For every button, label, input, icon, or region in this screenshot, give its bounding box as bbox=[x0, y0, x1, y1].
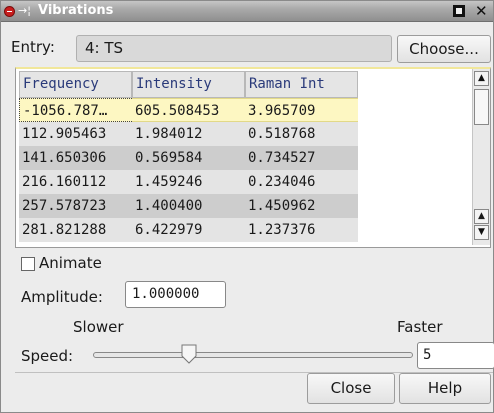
cell-frequency[interactable]: 112.905463 bbox=[19, 122, 132, 146]
cell-frequency[interactable]: 257.578723 bbox=[19, 194, 132, 218]
speed-input[interactable]: 5 bbox=[417, 342, 494, 369]
entry-field[interactable]: 4: TS bbox=[76, 35, 392, 62]
animate-checkbox[interactable] bbox=[21, 257, 35, 271]
cell-intensity[interactable]: 6.422979 bbox=[132, 218, 245, 242]
cell-frequency[interactable]: 281.821288 bbox=[19, 218, 132, 242]
speed-slider-thumb[interactable] bbox=[181, 344, 197, 364]
column-header-frequency[interactable]: Frequency bbox=[19, 71, 132, 98]
cell-frequency[interactable]: -1056.787… bbox=[19, 98, 132, 122]
help-button[interactable]: Help bbox=[399, 373, 491, 404]
cell-raman-int[interactable]: 3.965709 bbox=[245, 98, 358, 122]
scroll-up-arrow-icon[interactable]: ▲ bbox=[474, 71, 489, 86]
cell-frequency[interactable]: 141.650306 bbox=[19, 146, 132, 170]
cell-intensity[interactable]: 605.508453 bbox=[132, 98, 245, 122]
cell-raman-int[interactable]: 0.234046 bbox=[245, 170, 358, 194]
cell-raman-int[interactable]: 1.450962 bbox=[245, 194, 358, 218]
window-menu-icon[interactable] bbox=[4, 6, 15, 17]
choose-button[interactable]: Choose... bbox=[397, 35, 491, 63]
column-header-raman-int[interactable]: Raman Int bbox=[245, 71, 358, 98]
frequency-table: Frequency Intensity Raman Int -1056.787…… bbox=[15, 67, 491, 248]
amplitude-label: Amplitude: bbox=[21, 288, 103, 306]
column-header-intensity[interactable]: Intensity bbox=[132, 71, 245, 98]
table-scrollbar[interactable]: ▲ ▲ ▼ bbox=[472, 69, 490, 245]
pin-icon[interactable]: →¦ bbox=[18, 3, 31, 19]
amplitude-input[interactable]: 1.000000 bbox=[125, 281, 226, 308]
scrollbar-thumb[interactable] bbox=[474, 89, 489, 125]
cell-raman-int[interactable]: 1.237376 bbox=[245, 218, 358, 242]
window-title: Vibrations bbox=[38, 3, 114, 18]
cell-intensity[interactable]: 1.400400 bbox=[132, 194, 245, 218]
scroll-down-arrow-icon[interactable]: ▼ bbox=[474, 225, 489, 240]
vibrations-window: →¦ Vibrations ✕ Entry: 4: TS Choose... F… bbox=[0, 0, 494, 413]
faster-label: Faster bbox=[397, 318, 443, 336]
close-button[interactable]: Close bbox=[307, 373, 395, 404]
title-bar[interactable]: →¦ Vibrations ✕ bbox=[1, 1, 493, 22]
speed-slider-track[interactable] bbox=[93, 352, 413, 358]
cell-intensity[interactable]: 0.569584 bbox=[132, 146, 245, 170]
close-window-icon[interactable]: ✕ bbox=[475, 2, 488, 20]
animate-label[interactable]: Animate bbox=[39, 252, 102, 274]
scroll-up-arrow-icon-lower[interactable]: ▲ bbox=[474, 209, 489, 224]
speed-label: Speed: bbox=[21, 347, 74, 365]
cell-raman-int[interactable]: 0.734527 bbox=[245, 146, 358, 170]
cell-raman-int[interactable]: 0.518768 bbox=[245, 122, 358, 146]
cell-intensity[interactable]: 1.459246 bbox=[132, 170, 245, 194]
slower-label: Slower bbox=[73, 318, 124, 336]
maximize-icon[interactable] bbox=[453, 5, 465, 17]
cell-intensity[interactable]: 1.984012 bbox=[132, 122, 245, 146]
cell-frequency[interactable]: 216.160112 bbox=[19, 170, 132, 194]
entry-label: Entry: bbox=[11, 38, 55, 56]
